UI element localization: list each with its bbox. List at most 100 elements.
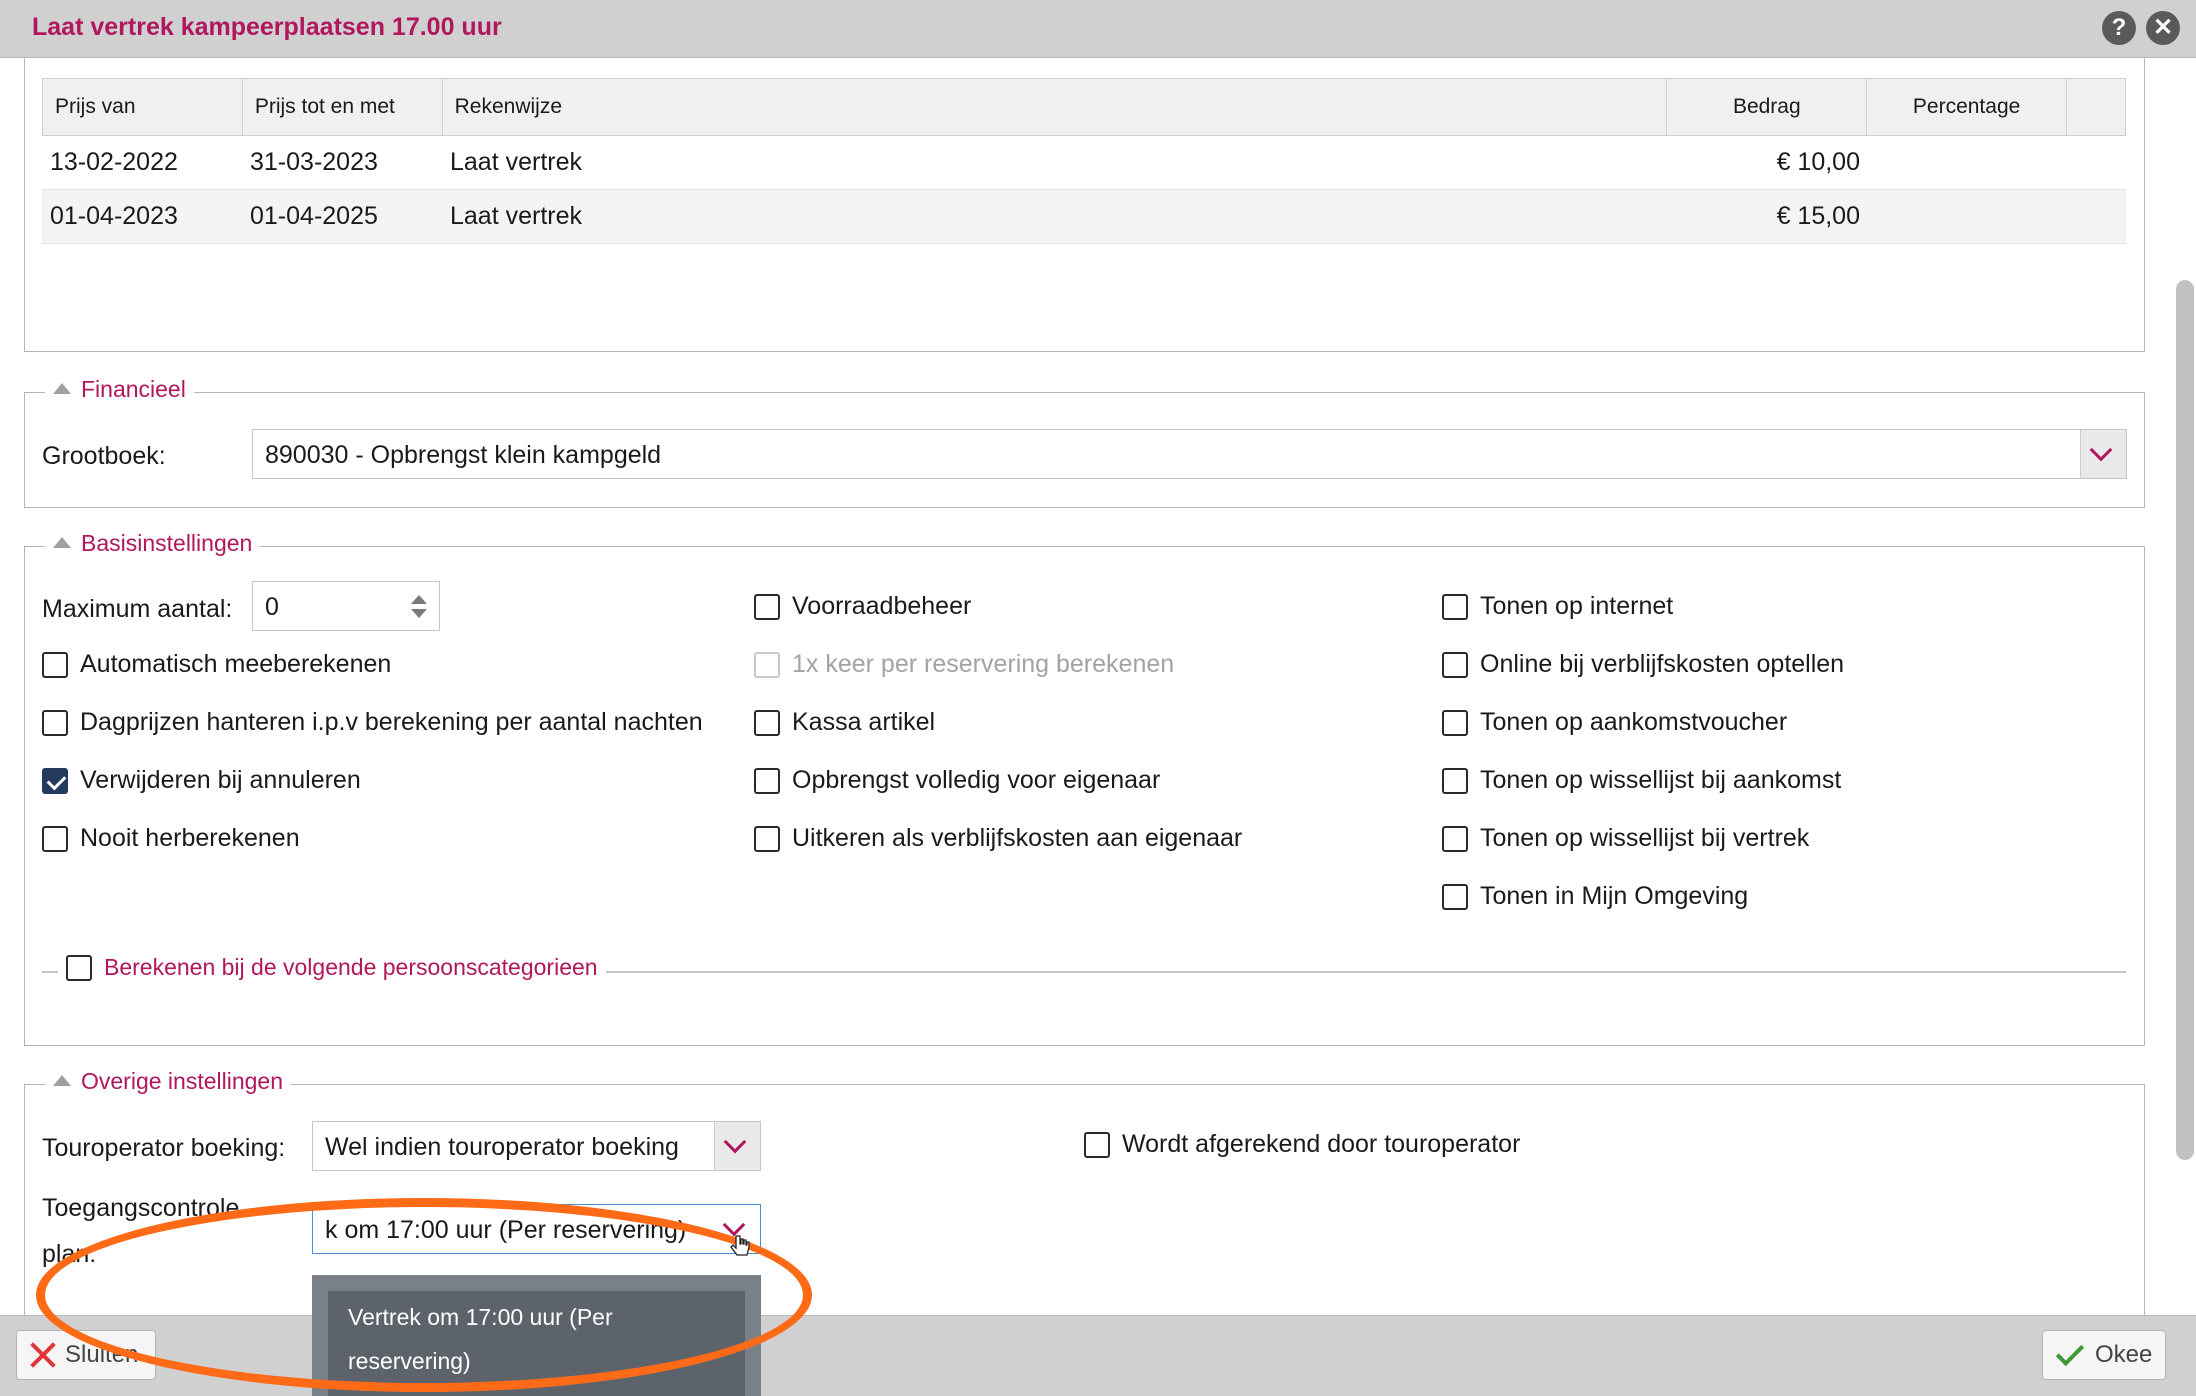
hand-cursor-icon	[730, 1235, 750, 1256]
cell-to: 01-04-2025	[250, 202, 378, 230]
collapse-triangle-icon	[53, 537, 71, 548]
dialog-content: Prijs van Prijs tot en met Rekenwijze Be…	[0, 58, 2166, 1315]
cb-label: Opbrengst volledig voor eigenaar	[792, 766, 1161, 794]
cell-from: 13-02-2022	[50, 148, 178, 176]
grootboek-label: Grootboek:	[42, 442, 166, 470]
cell-amount: € 10,00	[1776, 148, 1860, 176]
dialog-titlebar: Laat vertrek kampeerplaatsen 17.00 uur ?…	[0, 0, 2196, 58]
cell-method: Laat vertrek	[450, 148, 583, 176]
cb-nooit-herberekenen[interactable]: Nooit herberekenen	[42, 824, 300, 853]
cb-wissellijst-aankomst[interactable]: Tonen op wissellijst bij aankomst	[1442, 766, 1841, 795]
cb-aankomstvoucher[interactable]: Tonen op aankomstvoucher	[1442, 708, 1787, 737]
checkbox-icon[interactable]	[1442, 883, 1468, 910]
cb-label: Nooit herberekenen	[80, 824, 300, 852]
cb-label: Wordt afgerekend door touroperator	[1122, 1130, 1521, 1158]
checkbox-icon[interactable]	[754, 825, 780, 852]
cb-dagprijzen[interactable]: Dagprijzen hanteren i.p.v berekening per…	[42, 708, 703, 737]
col-prijs-van[interactable]: Prijs van	[43, 79, 243, 135]
persons-legend[interactable]: Berekenen bij de volgende persoonscatego…	[58, 954, 606, 981]
price-table-header: Prijs van Prijs tot en met Rekenwijze Be…	[42, 78, 2126, 136]
cb-mijn-omgeving[interactable]: Tonen in Mijn Omgeving	[1442, 882, 1748, 911]
touroperator-select[interactable]: Wel indien touroperator boeking	[312, 1121, 761, 1171]
col-rekenwijze[interactable]: Rekenwijze	[443, 79, 1668, 135]
cb-automatisch[interactable]: Automatisch meeberekenen	[42, 650, 391, 679]
checkbox-icon[interactable]	[42, 709, 68, 736]
checkbox-icon[interactable]	[1084, 1131, 1110, 1158]
stepper-down-icon[interactable]	[411, 609, 427, 618]
cb-label: Verwijderen bij annuleren	[80, 766, 361, 794]
max-aantal-value: 0	[265, 593, 279, 621]
dialog-title: Laat vertrek kampeerplaatsen 17.00 uur	[32, 13, 502, 41]
checkbox-icon[interactable]	[42, 825, 68, 852]
ok-button-label: Okee	[2095, 1341, 2153, 1368]
checkbox-checked-icon[interactable]	[42, 767, 68, 794]
financieel-legend[interactable]: Financieel	[45, 376, 194, 403]
cb-label: Automatisch meeberekenen	[80, 650, 392, 678]
basis-legend[interactable]: Basisinstellingen	[45, 530, 261, 557]
collapse-triangle-icon	[53, 1075, 71, 1086]
checkbox-icon[interactable]	[1442, 593, 1468, 620]
help-icon[interactable]: ?	[2102, 11, 2136, 45]
cb-verwijderen[interactable]: Verwijderen bij annuleren	[42, 766, 361, 795]
overige-legend[interactable]: Overige instellingen	[45, 1068, 292, 1095]
cb-label: 1x keer per reservering berekenen	[792, 650, 1175, 678]
checkbox-icon[interactable]	[66, 954, 92, 981]
cb-label: Tonen in Mijn Omgeving	[1480, 882, 1749, 910]
cb-label: Tonen op wissellijst bij aankomst	[1480, 766, 1842, 794]
checkbox-icon[interactable]	[754, 593, 780, 620]
check-icon	[2055, 1337, 2085, 1367]
cb-label: Tonen op internet	[1480, 592, 1674, 620]
checkbox-icon[interactable]	[1442, 709, 1468, 736]
stepper-up-icon[interactable]	[411, 595, 427, 604]
max-aantal-label: Maximum aantal:	[42, 595, 233, 623]
scrollbar-thumb[interactable]	[2176, 280, 2194, 1160]
cb-label: Online bij verblijfskosten optellen	[1480, 650, 1845, 678]
highlight-ellipse	[36, 1198, 812, 1392]
touroperator-value: Wel indien touroperator boeking	[325, 1133, 679, 1161]
cb-tonen-internet[interactable]: Tonen op internet	[1442, 592, 1673, 621]
cell-amount: € 15,00	[1776, 202, 1860, 230]
col-bedrag[interactable]: Bedrag	[1667, 79, 1868, 135]
cb-kassa-artikel[interactable]: Kassa artikel	[754, 708, 935, 737]
checkbox-icon[interactable]	[42, 651, 68, 678]
cb-label: Tonen op aankomstvoucher	[1480, 708, 1788, 736]
persons-legend-label: Berekenen bij de volgende persoonscatego…	[104, 954, 598, 980]
grootboek-select[interactable]: 890030 - Opbrengst klein kampgeld	[252, 429, 2127, 479]
basis-legend-label: Basisinstellingen	[81, 530, 253, 556]
overige-legend-label: Overige instellingen	[81, 1068, 284, 1094]
checkbox-icon[interactable]	[1442, 767, 1468, 794]
cb-label: Dagprijzen hanteren i.p.v berekening per…	[80, 708, 703, 736]
cb-label: Voorraadbeheer	[792, 592, 972, 620]
cb-uitkeren[interactable]: Uitkeren als verblijfskosten aan eigenaa…	[754, 824, 1242, 853]
cell-method: Laat vertrek	[450, 202, 583, 230]
table-row[interactable]: 13-02-2022 31-03-2023 Laat vertrek € 10,…	[42, 136, 2126, 190]
table-row[interactable]: 01-04-2023 01-04-2025 Laat vertrek € 15,…	[42, 190, 2126, 244]
cb-1x-per-reservering: 1x keer per reservering berekenen	[754, 650, 1174, 679]
collapse-triangle-icon	[53, 383, 71, 394]
checkbox-icon[interactable]	[754, 709, 780, 736]
cb-online-verblijfskosten[interactable]: Online bij verblijfskosten optellen	[1442, 650, 1844, 679]
cb-voorraadbeheer[interactable]: Voorraadbeheer	[754, 592, 971, 621]
cell-from: 01-04-2023	[50, 202, 178, 230]
max-aantal-stepper[interactable]: 0	[252, 581, 440, 631]
cb-opbrengst-eigenaar[interactable]: Opbrengst volledig voor eigenaar	[754, 766, 1160, 795]
checkbox-icon[interactable]	[754, 767, 780, 794]
ok-button[interactable]: Okee	[2042, 1330, 2166, 1380]
cb-label: Kassa artikel	[792, 708, 936, 736]
chevron-down-icon[interactable]	[2080, 430, 2126, 478]
col-prijs-tot[interactable]: Prijs tot en met	[243, 79, 443, 135]
checkbox-icon[interactable]	[1442, 651, 1468, 678]
checkbox-icon[interactable]	[1442, 825, 1468, 852]
grootboek-value: 890030 - Opbrengst klein kampgeld	[265, 441, 662, 469]
cell-to: 31-03-2023	[250, 148, 378, 176]
col-percentage[interactable]: Percentage	[1867, 79, 2068, 135]
close-icon[interactable]: ✕	[2146, 11, 2180, 45]
cb-wissellijst-vertrek[interactable]: Tonen op wissellijst bij vertrek	[1442, 824, 1809, 853]
checkbox-icon	[754, 651, 780, 678]
col-spacer	[2067, 79, 2125, 135]
financieel-legend-label: Financieel	[81, 376, 186, 402]
cb-afgerekend-touroperator[interactable]: Wordt afgerekend door touroperator	[1084, 1130, 1520, 1159]
chevron-down-icon[interactable]	[714, 1122, 760, 1170]
cb-label: Uitkeren als verblijfskosten aan eigenaa…	[792, 824, 1243, 852]
touroperator-label: Touroperator boeking:	[42, 1134, 286, 1162]
